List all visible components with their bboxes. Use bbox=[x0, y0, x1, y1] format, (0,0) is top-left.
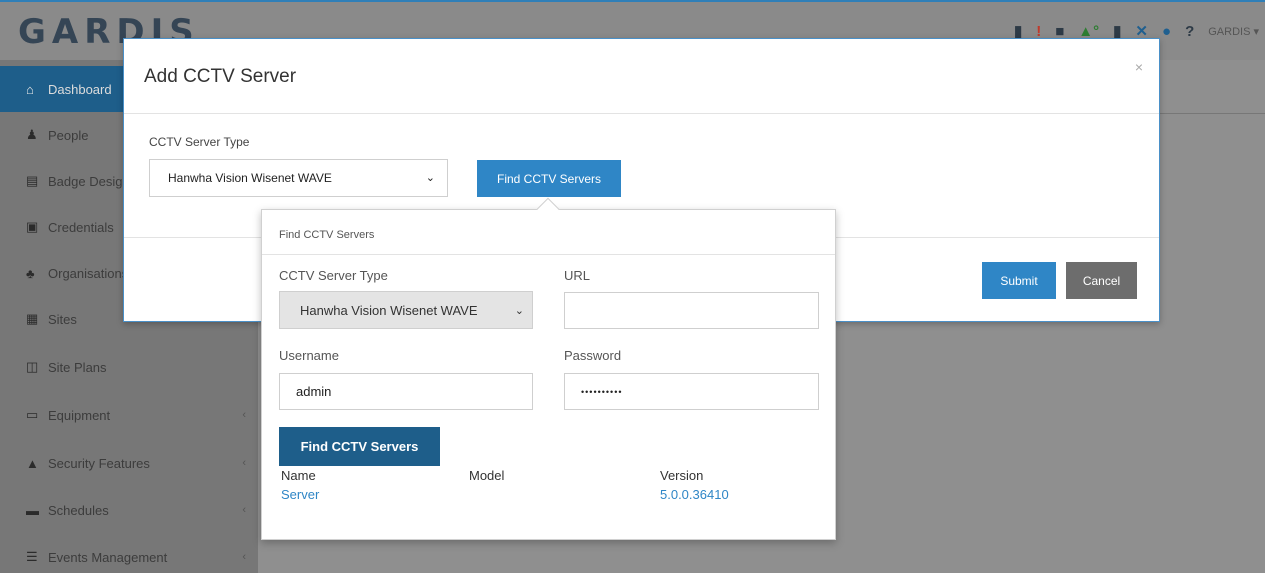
sidebar-item-label: Events Management bbox=[48, 549, 168, 565]
password-input[interactable]: •••••••••• bbox=[564, 373, 819, 410]
home-icon: ⌂ bbox=[26, 81, 34, 97]
sidebar-item-label: Dashboard bbox=[48, 81, 112, 97]
sidebar-item-site-plans[interactable]: ◫ Site Plans bbox=[0, 344, 258, 390]
username-input[interactable]: admin bbox=[279, 373, 533, 410]
lock-icon: ▲ bbox=[26, 455, 39, 471]
chevron-down-icon: ⌄ bbox=[425, 172, 435, 184]
sidebar-item-label: Site Plans bbox=[48, 359, 107, 375]
map-icon: ◫ bbox=[26, 359, 39, 374]
building-icon: ▦ bbox=[26, 311, 39, 326]
popover-title: Find CCTV Servers bbox=[279, 229, 375, 241]
sidebar-item-equipment[interactable]: ▭ Equipment ‹ bbox=[0, 392, 258, 438]
server-type-value: Hanwha Vision Wisenet WAVE bbox=[168, 171, 332, 185]
chevron-left-icon: ‹ bbox=[242, 409, 246, 421]
submit-button[interactable]: Submit bbox=[982, 262, 1056, 299]
modal-title: Add CCTV Server bbox=[144, 66, 297, 87]
credential-icon: ▣ bbox=[26, 219, 39, 234]
chevron-left-icon: ‹ bbox=[242, 504, 246, 516]
popover-find-cctv-servers-button[interactable]: Find CCTV Servers bbox=[279, 427, 440, 466]
sidebar-item-label: Organisations bbox=[48, 265, 129, 281]
results-header-model: Model bbox=[469, 468, 505, 483]
content-divider bbox=[1160, 113, 1265, 114]
result-server-name[interactable]: Server bbox=[281, 487, 319, 502]
sidebar-item-label: Security Features bbox=[48, 455, 150, 471]
sidebar-item-label: Equipment bbox=[48, 407, 111, 423]
results-header-version: Version bbox=[660, 468, 704, 483]
find-cctv-servers-popover: Find CCTV Servers CCTV Server Type Hanwh… bbox=[261, 197, 836, 540]
alert-icon[interactable]: ! bbox=[1036, 23, 1041, 40]
sidebar-item-label: People bbox=[48, 127, 89, 143]
chevron-down-icon: ⌄ bbox=[514, 305, 524, 317]
chevron-left-icon: ‹ bbox=[242, 551, 246, 563]
list-icon: ☰ bbox=[26, 549, 38, 564]
popover-server-type-value: Hanwha Vision Wisenet WAVE bbox=[300, 302, 478, 318]
info-icon[interactable]: ● bbox=[1162, 23, 1171, 40]
server-type-select[interactable]: Hanwha Vision Wisenet WAVE ⌄ bbox=[149, 159, 448, 197]
popover-server-type-select[interactable]: Hanwha Vision Wisenet WAVE ⌄ bbox=[279, 291, 533, 329]
sidebar-item-security-features[interactable]: ▲ Security Features ‹ bbox=[0, 440, 258, 486]
sitemap-icon: ♣ bbox=[26, 265, 35, 281]
user-menu[interactable]: GARDIS ▾ bbox=[1208, 25, 1259, 38]
video-camera-icon[interactable]: ■ bbox=[1055, 23, 1064, 40]
url-input[interactable] bbox=[564, 292, 819, 329]
sidebar-item-label: Sites bbox=[48, 311, 77, 327]
result-server-version[interactable]: 5.0.0.36410 bbox=[660, 487, 729, 502]
bell-icon[interactable]: ▲° bbox=[1078, 23, 1099, 40]
sidebar-item-label: Credentials bbox=[48, 219, 114, 235]
modal-header-divider bbox=[124, 113, 1159, 114]
sidebar-item-label: Schedules bbox=[48, 502, 109, 518]
sidebar-item-schedules[interactable]: ▬ Schedules ‹ bbox=[0, 487, 258, 533]
server-type-label: CCTV Server Type bbox=[149, 135, 250, 149]
popover-server-type-label: CCTV Server Type bbox=[279, 268, 388, 283]
user-icon: ♟ bbox=[26, 127, 38, 142]
calendar-icon: ▬ bbox=[26, 502, 39, 518]
sidebar-item-events-management[interactable]: ☰ Events Management ‹ bbox=[0, 534, 258, 573]
close-icon[interactable]: × bbox=[1135, 59, 1143, 75]
chevron-left-icon: ‹ bbox=[242, 457, 246, 469]
cancel-button[interactable]: Cancel bbox=[1066, 262, 1137, 299]
results-header-name: Name bbox=[281, 468, 316, 483]
username-label: Username bbox=[279, 348, 339, 363]
monitor-icon: ▭ bbox=[26, 407, 39, 422]
popover-divider bbox=[262, 254, 835, 255]
help-icon[interactable]: ? bbox=[1185, 23, 1194, 40]
badge-icon: ▤ bbox=[26, 173, 39, 188]
password-label: Password bbox=[564, 348, 622, 363]
url-label: URL bbox=[564, 268, 591, 283]
find-cctv-servers-button[interactable]: Find CCTV Servers bbox=[477, 160, 621, 197]
